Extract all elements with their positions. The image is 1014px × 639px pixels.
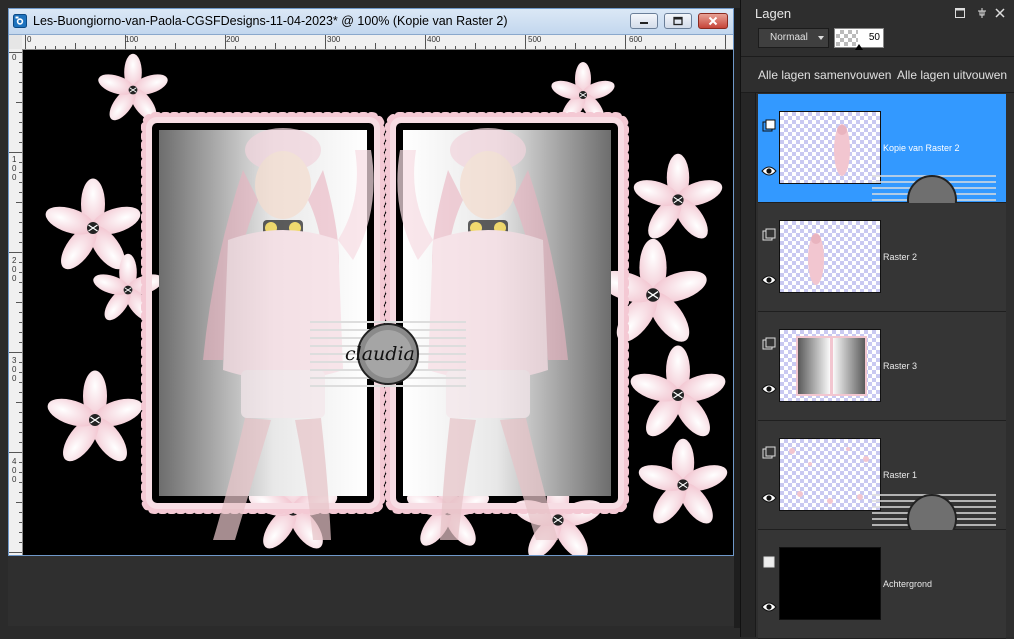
layer-name: Raster 1 xyxy=(883,470,918,480)
layer-type-icon xyxy=(762,228,776,241)
ruler-label: 3 0 0 xyxy=(12,356,17,383)
layer-type-icon xyxy=(762,446,776,459)
chevron-down-icon xyxy=(818,36,824,40)
blend-mode-select[interactable]: Normaal xyxy=(758,28,829,48)
merge-all-layers-button[interactable]: Alle lagen samenvouwen xyxy=(758,68,891,82)
opacity-slider-pointer[interactable] xyxy=(855,44,863,50)
image-canvas[interactable]: claudia xyxy=(23,50,733,555)
layer-list-scrollbar[interactable] xyxy=(741,93,756,637)
layer-type-icon xyxy=(762,119,776,132)
float-icon[interactable] xyxy=(955,8,965,18)
layer-row-raster-1[interactable]: Raster 1 xyxy=(758,421,1006,544)
opacity-value: 50 xyxy=(868,32,880,43)
eye-icon[interactable] xyxy=(761,165,777,177)
close-button[interactable] xyxy=(698,13,728,29)
ruler-label: 0 xyxy=(12,53,17,62)
opacity-field[interactable]: 50 xyxy=(834,28,884,50)
eye-icon[interactable] xyxy=(761,383,777,395)
layer-thumbnail xyxy=(779,329,881,402)
layer-name: Raster 3 xyxy=(883,361,918,371)
ruler-label: 600 xyxy=(629,35,643,44)
ruler-label: 1 0 0 xyxy=(12,155,17,182)
ruler-label: 300 xyxy=(327,35,341,44)
layer-thumbnail xyxy=(779,547,881,620)
palette-title: Lagen xyxy=(755,6,792,21)
close-icon xyxy=(708,16,718,26)
ruler-label: 400 xyxy=(427,35,441,44)
divider xyxy=(741,56,1014,57)
minimize-button[interactable] xyxy=(630,13,658,29)
ruler-label: 4 0 0 xyxy=(12,457,17,484)
document-title-bar[interactable]: Les-Buongiorno-van-Paola-CGSFDesigns-11-… xyxy=(9,9,733,35)
eye-icon[interactable] xyxy=(761,601,777,613)
layer-row-raster-3[interactable]: Raster 3 xyxy=(758,312,1006,421)
watermark-logo: claudia xyxy=(345,343,415,365)
layer-type-icon xyxy=(762,337,776,350)
layer-row-achtergrond[interactable]: Achtergrond xyxy=(758,530,1006,639)
ruler-vertical[interactable]: 0 1 0 0 2 0 0 3 0 0 4 0 0 xyxy=(9,49,23,555)
layer-list: Kopie van Raster 2 Raster 2 Raster 3 Ras… xyxy=(741,93,1014,639)
ruler-label: 500 xyxy=(528,35,542,44)
layers-palette: Lagen Normaal 50 Alle lagen samenvouwen … xyxy=(740,0,1014,639)
minimize-icon xyxy=(640,22,648,24)
layer-thumbnail xyxy=(779,111,881,184)
layer-thumbnail xyxy=(779,438,881,511)
ruler-label: 0 xyxy=(27,35,32,44)
expand-all-layers-button[interactable]: Alle lagen uitvouwen xyxy=(897,68,1007,82)
layer-name: Raster 2 xyxy=(883,252,918,262)
layer-thumbnail xyxy=(779,220,881,293)
artwork xyxy=(41,53,731,555)
document-title: Les-Buongiorno-van-Paola-CGSFDesigns-11-… xyxy=(33,14,508,28)
layer-type-icon xyxy=(763,556,775,568)
blend-mode-value: Normaal xyxy=(770,32,808,43)
ruler-label: 200 xyxy=(226,35,240,44)
pin-icon[interactable] xyxy=(977,8,987,18)
maximize-button[interactable] xyxy=(664,13,692,29)
layer-name: Achtergrond xyxy=(883,579,933,589)
close-panel-icon[interactable] xyxy=(995,8,1005,18)
layer-row-raster-2[interactable]: Raster 2 xyxy=(758,203,1006,312)
eye-icon[interactable] xyxy=(761,274,777,286)
ruler-corner xyxy=(9,35,22,49)
maximize-icon xyxy=(673,16,683,26)
layer-name: Kopie van Raster 2 xyxy=(883,143,960,153)
eye-icon[interactable] xyxy=(761,492,777,504)
layer-row-kopie-van-raster-2[interactable]: Kopie van Raster 2 xyxy=(758,94,1006,225)
workspace-empty-area xyxy=(8,556,734,626)
ruler-label: 100 xyxy=(125,35,139,44)
app-icon xyxy=(13,14,27,28)
ruler-horizontal[interactable]: 0 100 200 300 400 500 600 xyxy=(22,35,733,50)
document-window: Les-Buongiorno-van-Paola-CGSFDesigns-11-… xyxy=(8,8,734,556)
ruler-label: 2 0 0 xyxy=(12,256,17,283)
